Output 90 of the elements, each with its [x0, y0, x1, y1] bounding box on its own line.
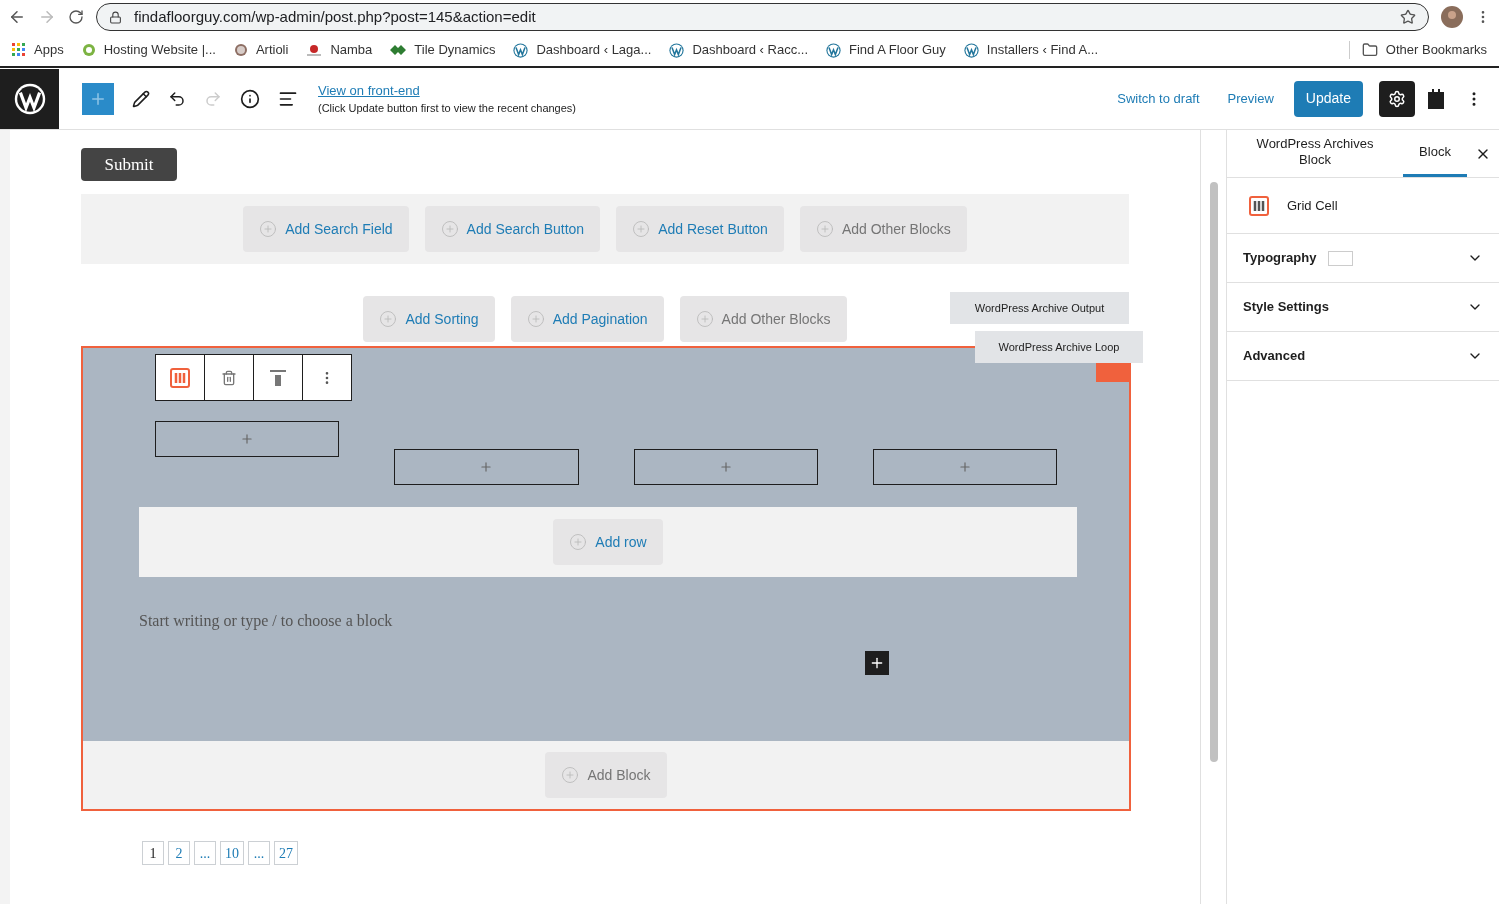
page-link[interactable]: ... [194, 841, 216, 865]
back-icon[interactable] [8, 8, 26, 26]
page-link[interactable]: 1 [142, 841, 164, 865]
add-block-button[interactable]: Add row [553, 519, 663, 565]
add-block-button[interactable]: Add Other Blocks [679, 296, 847, 342]
bookmark-link[interactable]: Installers ‹ Find A... [963, 40, 1099, 60]
panel-toggle[interactable]: Style Settings [1227, 283, 1499, 332]
scrollbar-thumb[interactable] [1209, 182, 1218, 762]
add-block-button[interactable]: Add Search Button [424, 206, 601, 252]
settings-button[interactable] [1379, 80, 1415, 117]
add-block-button[interactable]: Add Other Blocks [799, 206, 967, 252]
round-seal-icon [233, 43, 248, 57]
plus-circle-icon [569, 533, 588, 551]
plus-circle-icon [561, 766, 580, 784]
add-block-button[interactable]: Add Search Field [243, 206, 409, 252]
plus-circle-icon [632, 220, 651, 238]
bookmark-link[interactable]: Namba [306, 40, 373, 60]
lock-icon [109, 10, 122, 24]
info-icon[interactable] [240, 88, 260, 109]
plus-circle-icon [379, 310, 398, 328]
page-link[interactable]: 2 [168, 841, 190, 865]
page-link[interactable]: 27 [274, 841, 298, 865]
bookmark-link[interactable]: Artioli [233, 40, 289, 60]
plus-circle-icon [440, 220, 459, 238]
add-block-button[interactable]: Add Pagination [510, 296, 664, 342]
folder-icon [1361, 42, 1378, 58]
bookmark-link[interactable]: Apps [12, 40, 64, 60]
front-end-link[interactable]: View on front-end [318, 80, 576, 100]
bookmark-link[interactable]: Dashboard ‹ Laga... [513, 40, 652, 60]
undo-icon[interactable] [168, 89, 186, 108]
add-block-button[interactable]: Add Sorting [363, 296, 495, 342]
plus-circle-icon [815, 220, 834, 238]
double-diamond-icon [390, 43, 407, 57]
address-bar[interactable]: findafloorguy.com/wp-admin/post.php?post=145&action=edit [96, 3, 1429, 31]
wordpress-logo-icon [963, 42, 979, 58]
logo-mark-icon [306, 43, 323, 57]
color-swatch [1328, 250, 1354, 266]
settings-icon [1388, 89, 1406, 108]
bookmark-folder[interactable]: Other Bookmarks [1361, 40, 1487, 60]
add-block-button[interactable]: Add Reset Button [616, 206, 784, 252]
cell-add-button[interactable] [155, 421, 340, 457]
bookmark-link[interactable]: Dashboard ‹ Racc... [669, 40, 808, 60]
wordpress-logo-icon [826, 42, 841, 58]
sidebar-tab[interactable]: Block [1403, 130, 1467, 177]
plus-icon [240, 432, 255, 446]
plus-icon [957, 460, 972, 474]
tooltip: WordPress Archive Loop [975, 331, 1143, 363]
plus-icon [718, 460, 733, 474]
cell-add-button[interactable] [872, 449, 1057, 485]
cell-add-button[interactable] [394, 449, 579, 485]
profile-avatar[interactable] [1441, 6, 1463, 28]
pencil-icon[interactable] [132, 89, 150, 108]
update-note: (Click Update button first to view the recent changes) [318, 101, 576, 116]
preview-button[interactable]: Preview [1219, 88, 1282, 109]
trash-icon [221, 369, 237, 386]
page-link[interactable]: 10 [220, 841, 244, 865]
update-button[interactable]: Update [1293, 80, 1363, 117]
switch-to-draft-button[interactable]: Switch to draft [1109, 88, 1208, 109]
cell-add-button[interactable] [633, 449, 818, 485]
sidebar-tab[interactable]: WordPress Archives Block [1227, 130, 1403, 177]
bookmark-link[interactable]: Hosting Website |... [81, 40, 216, 60]
wordpress-logo-icon [13, 82, 46, 115]
add-block-button[interactable]: Add Block [545, 752, 667, 798]
reload-icon[interactable] [68, 9, 84, 25]
apps-grid-icon [12, 43, 26, 57]
submit-button[interactable]: Submit [81, 148, 177, 181]
add-block-toggle[interactable] [82, 82, 114, 115]
block-name: Grid Cell [1287, 196, 1338, 215]
align-top-icon [270, 369, 286, 386]
wordpress-home-button[interactable] [0, 68, 59, 129]
columns-icon [170, 367, 190, 388]
plus-icon [479, 460, 494, 474]
page-link[interactable]: ... [248, 841, 270, 865]
plus-icon [869, 655, 885, 671]
url-text: findafloorguy.com/wp-admin/post.php?post=145&action=edit [134, 6, 537, 27]
tooltip: WordPress Archive Output [950, 292, 1129, 324]
panel-toggle[interactable]: Advanced [1227, 332, 1499, 381]
block-placeholder[interactable]: Start writing or type / to choose a block [139, 609, 393, 633]
wordpress-logo-icon [513, 42, 529, 58]
wordpress-logo-icon [669, 42, 685, 58]
bookmark-link[interactable]: Find A Floor Guy [826, 40, 946, 60]
plugin-block-icon[interactable] [1427, 87, 1445, 110]
plus-circle-icon [526, 310, 545, 328]
plus-circle-icon [259, 220, 278, 238]
bookmark-link[interactable]: Tile Dynamics [390, 40, 496, 60]
panel-toggle[interactable]: Typography [1227, 234, 1499, 283]
columns-icon [1249, 195, 1269, 216]
bookmark-star-icon[interactable] [1400, 9, 1416, 25]
plus-circle-icon [695, 310, 714, 328]
inserter-button[interactable] [865, 651, 889, 675]
